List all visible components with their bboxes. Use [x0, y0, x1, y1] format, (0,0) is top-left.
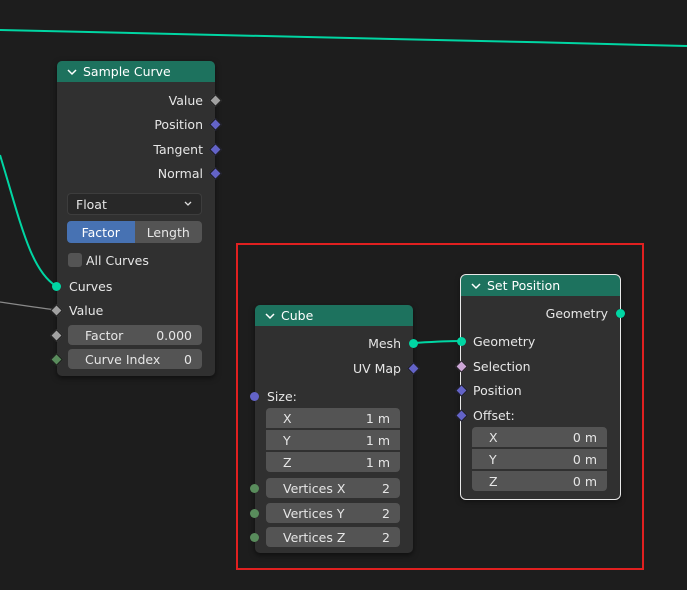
- link-curves: [0, 154, 57, 287]
- socket-vertices-x-in[interactable]: [250, 484, 259, 493]
- field-label: X: [283, 410, 292, 426]
- node-header[interactable]: Cube: [255, 305, 413, 326]
- data-type-dropdown[interactable]: Float: [67, 193, 202, 215]
- chevron-down-icon[interactable]: [263, 309, 277, 323]
- socket-vertices-y-in[interactable]: [250, 509, 259, 518]
- dropdown-value: Float: [76, 196, 107, 212]
- socket-label: Position: [473, 382, 522, 398]
- field-value: 0: [184, 351, 192, 367]
- factor-field[interactable]: Factor 0.000: [68, 325, 202, 345]
- output-mesh: Mesh: [368, 333, 401, 353]
- field-label: Z: [489, 473, 498, 489]
- socket-label: Value: [69, 302, 104, 318]
- socket-label: Selection: [473, 358, 531, 374]
- node-title: Cube: [281, 308, 314, 323]
- input-selection: Selection: [473, 356, 531, 376]
- socket-vertices-z-in[interactable]: [250, 533, 259, 542]
- socket-mesh-out[interactable]: [409, 339, 418, 348]
- field-value: 1 m: [365, 410, 390, 426]
- field-label: Vertices X: [283, 480, 346, 496]
- field-label: Factor: [85, 327, 124, 343]
- socket-size-in[interactable]: [250, 392, 259, 401]
- curve-index-field[interactable]: Curve Index 0: [68, 349, 202, 369]
- vertices-x-field[interactable]: Vertices X 2: [266, 478, 400, 498]
- field-label: Vertices Z: [283, 529, 346, 545]
- all-curves-checkbox[interactable]: [68, 253, 82, 267]
- socket-curves-in[interactable]: [52, 282, 61, 291]
- link-value: [0, 301, 57, 311]
- socket-geometry-out[interactable]: [616, 309, 625, 318]
- field-value: 2: [382, 529, 390, 545]
- field-label: Curve Index: [85, 351, 161, 367]
- socket-label: Size:: [267, 388, 297, 404]
- node-title: Set Position: [487, 278, 561, 293]
- size-y-field[interactable]: Y 1 m: [266, 430, 400, 450]
- output-tangent: Tangent: [153, 139, 203, 159]
- mode-toggle[interactable]: Factor Length: [67, 221, 202, 243]
- socket-label: Position: [154, 116, 203, 132]
- offset-y-field[interactable]: Y 0 m: [472, 449, 607, 469]
- socket-label: Geometry: [473, 333, 536, 349]
- set-position-node[interactable]: Set Position Geometry Geometry Selection…: [460, 274, 621, 500]
- input-geometry: Geometry: [473, 331, 535, 351]
- chevron-down-icon[interactable]: [65, 65, 79, 79]
- all-curves-label: All Curves: [86, 252, 149, 268]
- node-header[interactable]: Sample Curve: [57, 61, 215, 82]
- link-geometry-top: [0, 29, 687, 47]
- socket-label: UV Map: [352, 360, 401, 376]
- field-value: 0 m: [572, 451, 597, 467]
- field-value: 0 m: [572, 473, 597, 489]
- mode-length-button[interactable]: Length: [134, 221, 202, 243]
- field-value: 0.000: [156, 327, 192, 343]
- size-z-field[interactable]: Z 1 m: [266, 452, 400, 472]
- size-x-field[interactable]: X 1 m: [266, 408, 400, 428]
- socket-label: Normal: [157, 165, 203, 181]
- socket-label: Geometry: [545, 305, 608, 321]
- socket-label: Curves: [69, 278, 113, 294]
- field-value: 2: [382, 505, 390, 521]
- output-value: Value: [169, 90, 203, 110]
- socket-label: Value: [168, 92, 203, 108]
- output-geometry: Geometry: [546, 303, 608, 323]
- offset-x-field[interactable]: X 0 m: [472, 427, 607, 447]
- sample-curve-node[interactable]: Sample Curve Value Position Tangent Norm…: [57, 61, 215, 376]
- mode-factor-button[interactable]: Factor: [67, 221, 135, 243]
- input-position: Position: [473, 380, 522, 400]
- vertices-y-field[interactable]: Vertices Y 2: [266, 503, 400, 523]
- field-value: 2: [382, 480, 390, 496]
- node-header[interactable]: Set Position: [461, 275, 620, 296]
- input-value: Value: [69, 300, 103, 320]
- input-offset: Offset:: [473, 405, 515, 425]
- field-label: Y: [489, 451, 497, 467]
- all-curves-row: All Curves: [86, 250, 149, 270]
- input-size: Size:: [267, 386, 297, 406]
- chevron-down-icon[interactable]: [469, 279, 483, 293]
- socket-label: Mesh: [368, 335, 401, 351]
- field-label: Y: [283, 432, 291, 448]
- output-position: Position: [154, 114, 203, 134]
- socket-label: Tangent: [153, 141, 203, 157]
- field-value: 0 m: [572, 429, 597, 445]
- field-value: 1 m: [365, 432, 390, 448]
- field-value: 1 m: [365, 454, 390, 470]
- cube-node[interactable]: Cube Mesh UV Map Size: X 1 m Y 1 m Z 1 m…: [255, 305, 413, 553]
- chevron-down-icon: [184, 201, 192, 206]
- offset-z-field[interactable]: Z 0 m: [472, 471, 607, 491]
- vertices-z-field[interactable]: Vertices Z 2: [266, 527, 400, 547]
- field-label: Vertices Y: [283, 505, 345, 521]
- output-normal: Normal: [158, 163, 203, 183]
- output-uv-map: UV Map: [353, 358, 401, 378]
- socket-geometry-in[interactable]: [457, 337, 466, 346]
- socket-label: Offset:: [473, 407, 515, 423]
- field-label: Z: [283, 454, 292, 470]
- input-curves: Curves: [69, 276, 112, 296]
- field-label: X: [489, 429, 498, 445]
- node-title: Sample Curve: [83, 64, 171, 79]
